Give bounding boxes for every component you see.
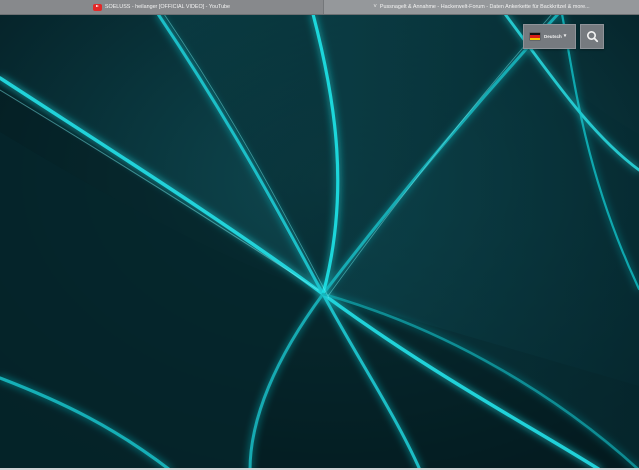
search-icon: [586, 30, 598, 43]
search-button[interactable]: [580, 24, 604, 49]
wallpaper: [0, 14, 639, 470]
language-selector-button[interactable]: Deutsch ▾: [523, 24, 576, 49]
dropdown-icon: ˅: [373, 4, 377, 10]
browser-tab-bar: SOELUSS - heilanger [OFFICIAL VIDEO] - Y…: [0, 0, 639, 15]
language-label: Deutsch: [544, 34, 562, 39]
chevron-down-icon: ▾: [563, 33, 567, 39]
flag-gold-stripe: [530, 37, 540, 40]
tab-youtube-video[interactable]: SOELUSS - heilanger [OFFICIAL VIDEO] - Y…: [0, 0, 324, 14]
browser-window: SOELUSS - heilanger [OFFICIAL VIDEO] - Y…: [0, 0, 639, 470]
germany-flag-icon: [530, 33, 540, 40]
tab-title: Pussnagelt & Annahme - Hackerwelt-Forum …: [379, 4, 590, 10]
youtube-icon: [92, 3, 102, 11]
tab-forum-page[interactable]: ˅ Pussnagelt & Annahme - Hackerwelt-Foru…: [324, 0, 639, 14]
top-right-controls: Deutsch ▾: [523, 24, 604, 49]
tab-title: SOELUSS - heilanger [OFFICIAL VIDEO] - Y…: [104, 4, 231, 10]
